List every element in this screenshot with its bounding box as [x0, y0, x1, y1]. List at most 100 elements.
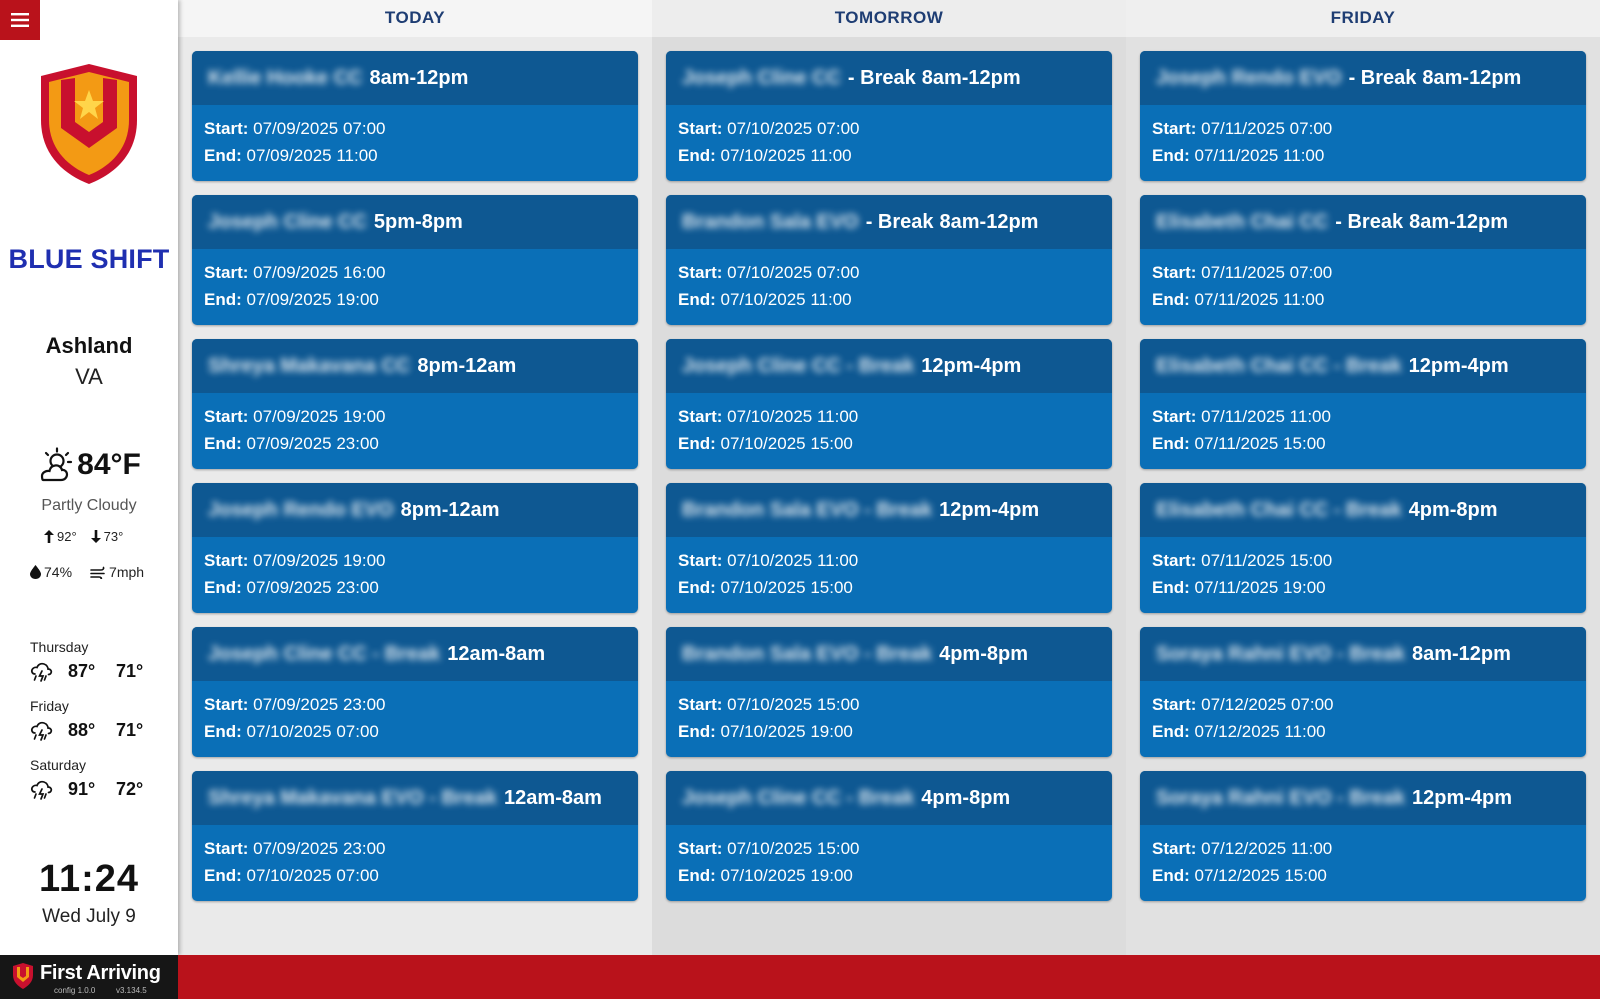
city-name: Ashland [45, 333, 133, 358]
shift-card[interactable]: Shreya Makavana CC 8pm-12am Start: 07/09/2… [192, 339, 638, 469]
shift-end: End: 07/12/2025 15:00 [1152, 862, 1574, 889]
shift-end-label: End: [678, 434, 716, 453]
shift-end-label: End: [204, 434, 242, 453]
wind: 7mph [90, 564, 144, 580]
shift-person-name: Joseph Cline CC [682, 66, 841, 89]
shift-end-value: 07/09/2025 19:00 [246, 290, 379, 309]
shift-card[interactable]: Shreya Makavana EVO - Break 12am-8am Start… [192, 771, 638, 901]
hamburger-menu-button[interactable] [0, 0, 40, 40]
shift-start-value: 07/11/2025 11:00 [1201, 407, 1331, 426]
shift-break-label: - Break [847, 66, 916, 89]
shift-time-range: 12pm-4pm [1411, 786, 1513, 809]
shift-start-label: Start: [678, 263, 723, 282]
shift-end: End: 07/10/2025 19:00 [678, 862, 1100, 889]
shift-time-range: 12am-8am [504, 786, 602, 809]
shift-card-title: Shreya Makavana CC 8pm-12am [192, 339, 638, 393]
shift-end: End: 07/10/2025 07:00 [204, 718, 626, 745]
shift-card[interactable]: Brandon Sala EVO - Break 8am-12pm Start: 07… [666, 195, 1112, 325]
shift-card-body: Start: 07/09/2025 19:00 End: 07/09/2025 2… [192, 393, 638, 457]
shift-card[interactable]: Soraya Rahni EVO - Break 12pm-4pm Start: 0… [1140, 771, 1586, 901]
thunderstorm-icon [30, 780, 53, 800]
shift-end-value: 07/12/2025 11:00 [1194, 722, 1326, 741]
shift-end-value: 07/11/2025 11:00 [1194, 146, 1325, 165]
shift-end-label: End: [204, 866, 242, 885]
shift-card-title: Joseph Cline CC - Break 4pm-8pm [666, 771, 1112, 825]
shift-card-title: Joseph Rendo EVO - Break 8am-12pm [1140, 51, 1586, 105]
shift-person-name: Soraya Rahni EVO - Break [1156, 642, 1405, 665]
shift-end-value: 07/10/2025 19:00 [720, 866, 853, 885]
shift-time-range: 5pm-8pm [373, 210, 463, 233]
low-temp: 73° [90, 529, 123, 544]
shift-end-label: End: [204, 146, 242, 165]
shift-card[interactable]: Brandon Sala EVO - Break 4pm-8pm Start: 07… [666, 627, 1112, 757]
shift-time-range: 12pm-4pm [921, 354, 1022, 377]
shift-start-label: Start: [1152, 119, 1197, 138]
shift-start: Start: 07/11/2025 15:00 [1152, 547, 1574, 574]
shift-start-value: 07/09/2025 23:00 [253, 839, 386, 858]
shift-start-value: 07/09/2025 23:00 [253, 695, 386, 714]
shift-end: End: 07/10/2025 19:00 [678, 718, 1100, 745]
shift-card[interactable]: Joseph Cline CC - Break 8am-12pm Start: 07/… [666, 51, 1112, 181]
shift-end-label: End: [1152, 722, 1190, 741]
shift-start-label: Start: [204, 839, 249, 858]
shift-start-value: 07/11/2025 07:00 [1201, 119, 1333, 138]
footer-brand: First Arriving config 1.0.0 v3.134.5 [0, 955, 178, 999]
shift-person-name: Elisabeth Chai CC - Break [1156, 498, 1402, 521]
shift-start: Start: 07/12/2025 11:00 [1152, 835, 1574, 862]
shift-start: Start: 07/11/2025 07:00 [1152, 259, 1574, 286]
shift-start: Start: 07/12/2025 07:00 [1152, 691, 1574, 718]
shift-end-value: 07/09/2025 23:00 [246, 578, 379, 597]
shift-card[interactable]: Joseph Rendo EVO - Break 8am-12pm Start: 07… [1140, 51, 1586, 181]
shift-card[interactable]: Elisabeth Chai CC - Break 4pm-8pm Start: 0… [1140, 483, 1586, 613]
forecast-day: Saturday 91° 72° [30, 757, 160, 801]
shift-start-label: Start: [204, 119, 249, 138]
shift-card-title: Shreya Makavana EVO - Break 12am-8am [192, 771, 638, 825]
shift-start-label: Start: [1152, 551, 1197, 570]
shift-person-name: Joseph Rendo EVO [1156, 66, 1342, 89]
shift-card-title: Joseph Cline CC - Break 12pm-4pm [666, 339, 1112, 393]
state-name: VA [75, 364, 103, 389]
shift-card[interactable]: Elisabeth Chai CC - Break 12pm-4pm Start: … [1140, 339, 1586, 469]
shift-end: End: 07/10/2025 15:00 [678, 430, 1100, 457]
shift-start: Start: 07/09/2025 19:00 [204, 403, 626, 430]
shift-card[interactable]: Joseph Cline CC - Break 4pm-8pm Start: 07/… [666, 771, 1112, 901]
shift-end-label: End: [1152, 146, 1190, 165]
shift-start-label: Start: [1152, 263, 1197, 282]
shift-person-name: Shreya Makavana EVO - Break [208, 786, 498, 809]
shift-end-label: End: [1152, 290, 1190, 309]
shift-end-label: End: [678, 290, 716, 309]
shift-card-body: Start: 07/11/2025 07:00 End: 07/11/2025 1… [1140, 249, 1586, 313]
shift-start: Start: 07/09/2025 23:00 [204, 691, 626, 718]
shift-card[interactable]: Joseph Cline CC - Break 12pm-4pm Start: 07… [666, 339, 1112, 469]
shift-card[interactable]: Soraya Rahni EVO - Break 8am-12pm Start: 0… [1140, 627, 1586, 757]
shift-card[interactable]: Joseph Cline CC - Break 12am-8am Start: 07… [192, 627, 638, 757]
shift-card[interactable]: Elisabeth Chai CC - Break 8am-12pm Start: 0… [1140, 195, 1586, 325]
shift-time-range: 8am-12pm [1411, 642, 1511, 665]
shift-start-label: Start: [678, 551, 723, 570]
shift-end: End: 07/10/2025 07:00 [204, 862, 626, 889]
shift-time-range: 8pm-12am [417, 354, 517, 377]
shift-start-value: 07/10/2025 07:00 [727, 119, 860, 138]
shift-person-name: Joseph Cline CC - Break [682, 786, 915, 809]
shift-card[interactable]: Joseph Cline CC 5pm-8pm Start: 07/09/2025 … [192, 195, 638, 325]
shift-person-name: Joseph Cline CC - Break [208, 642, 441, 665]
shift-end-label: End: [1152, 578, 1190, 597]
shift-start-label: Start: [678, 695, 723, 714]
shift-start-label: Start: [204, 263, 249, 282]
shift-person-name: Soraya Rahni EVO - Break [1156, 786, 1405, 809]
shift-start-label: Start: [204, 695, 249, 714]
shift-break-label: - Break [865, 210, 934, 233]
shift-card[interactable]: Kellie Hooke CC 8am-12pm Start: 07/09/2025… [192, 51, 638, 181]
shift-start-label: Start: [678, 839, 723, 858]
shift-card-body: Start: 07/09/2025 23:00 End: 07/10/2025 0… [192, 825, 638, 889]
shift-start: Start: 07/10/2025 11:00 [678, 403, 1100, 430]
shift-end: End: 07/12/2025 11:00 [1152, 718, 1574, 745]
shift-end: End: 07/10/2025 15:00 [678, 574, 1100, 601]
shift-card[interactable]: Joseph Rendo EVO 8pm-12am Start: 07/09/202… [192, 483, 638, 613]
shift-start-value: 07/11/2025 15:00 [1201, 551, 1333, 570]
high-low-temps: 92° 73° [44, 529, 123, 544]
shift-card[interactable]: Brandon Sala EVO - Break 12pm-4pm Start: 0… [666, 483, 1112, 613]
forecast-low: 71° [116, 719, 144, 740]
shift-person-name: Shreya Makavana CC [208, 354, 411, 377]
shift-card-title: Joseph Cline CC 5pm-8pm [192, 195, 638, 249]
